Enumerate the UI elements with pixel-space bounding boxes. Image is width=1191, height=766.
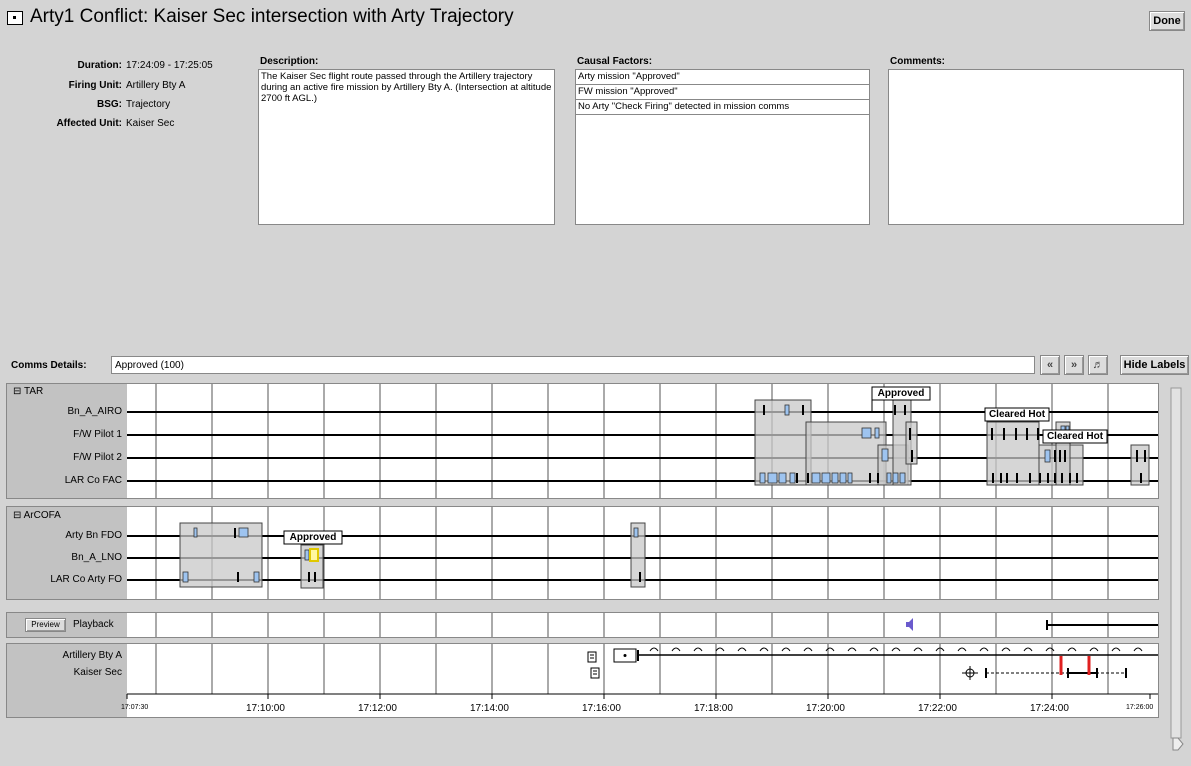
helicopter-icon[interactable] (962, 666, 978, 680)
comm-block (986, 421, 1040, 486)
comm-mark (238, 527, 249, 538)
callout-text: Approved (289, 532, 337, 543)
comm-mark (839, 472, 847, 484)
comm-mark (182, 571, 189, 583)
playback-range[interactable] (1046, 620, 1158, 630)
comm-mark (1044, 449, 1051, 463)
comm-mark (789, 472, 796, 484)
comm-mark (861, 427, 872, 439)
kaiser-sec-flight-track[interactable] (985, 668, 1127, 678)
time-axis-ticks (126, 694, 1151, 699)
comm-mark (881, 448, 889, 462)
comm-mark (759, 472, 766, 484)
comm-mark (778, 472, 787, 484)
comm-mark (784, 404, 790, 416)
playback-speaker-icon[interactable] (906, 618, 913, 631)
callout-text: Cleared Hot (988, 409, 1046, 420)
comm-mark (899, 472, 906, 484)
vertical-scrollbar[interactable] (1170, 387, 1184, 751)
callout-text: Approved (877, 388, 925, 399)
comm-mark (253, 571, 260, 583)
comm-mark (821, 472, 831, 484)
comm-mark (831, 472, 839, 484)
comm-mark (811, 472, 821, 484)
artillery-unit-icon[interactable] (613, 648, 637, 663)
comm-mark (193, 527, 198, 538)
comm-block (179, 522, 263, 588)
comm-mark (892, 472, 899, 484)
callout-text: Cleared Hot (1046, 431, 1104, 442)
playback-gridlines (155, 613, 1109, 637)
document-icon[interactable] (587, 651, 597, 663)
comm-mark (886, 472, 892, 484)
comm-mark (874, 427, 880, 439)
comm-mark (633, 527, 639, 538)
comm-mark (767, 472, 778, 484)
comm-mark (847, 472, 853, 484)
document-icon[interactable] (590, 667, 600, 679)
comm-mark (304, 549, 310, 561)
selected-comm-highlight[interactable] (309, 548, 319, 562)
timeline-svg (126, 384, 1184, 751)
